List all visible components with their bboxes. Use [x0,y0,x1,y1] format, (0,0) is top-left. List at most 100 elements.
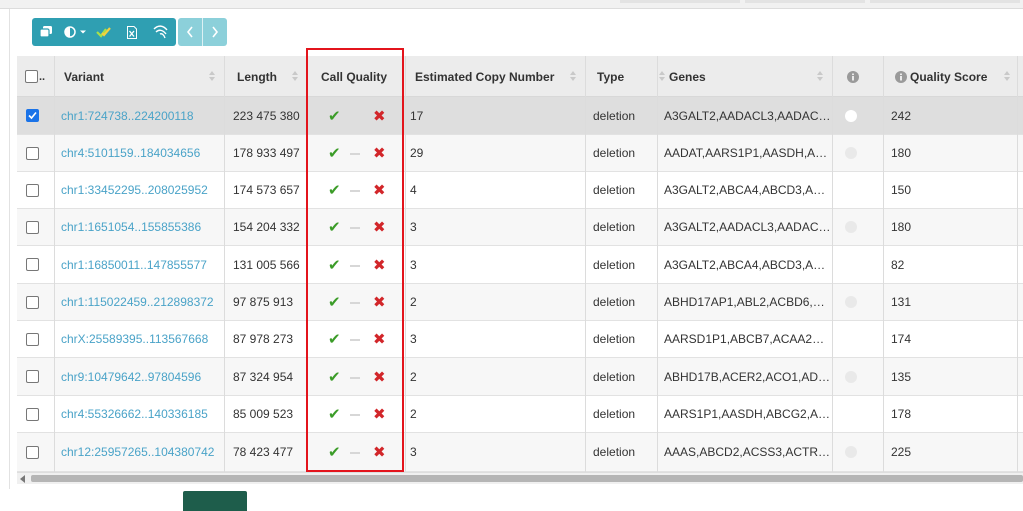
type-value: deletion [593,295,636,309]
row-checkbox[interactable] [26,370,39,383]
variant-link[interactable]: chr1:16850011..147855577 [61,246,221,283]
call-quality-cell: ✔ ✖ [307,209,405,245]
row-checkbox[interactable] [26,295,39,309]
status-dot-icon [845,109,857,122]
column-header-length[interactable]: Length [237,56,307,97]
sort-icon[interactable] [291,69,299,83]
table-row[interactable]: chr4:5101159..184034656 178 933 497 ✔ ✖ 29 de… [17,135,1023,172]
column-header-quality-score[interactable]: Quality Score [895,56,1023,97]
check-icon: ✔ [328,444,341,461]
sort-icon[interactable] [1003,69,1011,83]
table-row[interactable]: chr1:33452295..208025952 174 573 657 ✔ ✖ 4 de… [17,172,1023,209]
row-select-cell[interactable] [26,172,46,208]
export-excel-button[interactable] [118,18,146,46]
table-row[interactable]: chr9:10479642..97804596 87 324 954 ✔ ✖ 2 dele… [17,358,1023,396]
row-select-cell[interactable] [26,396,46,432]
variant-link[interactable]: chr4:5101159..184034656 [61,135,221,171]
row-checkbox[interactable] [26,258,39,271]
row-checkbox[interactable] [26,109,39,122]
column-divider [832,56,833,472]
select-all-header[interactable]: .. [25,56,55,97]
next-page-button[interactable] [203,18,227,46]
row-select-cell[interactable] [26,321,46,357]
previous-page-button[interactable] [178,18,202,46]
chevron-right-icon [212,26,219,38]
table-row[interactable]: chr12:25957265..104380742 78 423 477 ✔ ✖ 3 de… [17,433,1023,472]
genes-value: ABHD17AP1,ABL2,ACBD6,… [664,295,825,309]
table-row[interactable]: chr1:724738..224200118 223 475 380 ✔ ✖ 17 del… [17,97,1023,135]
dna-button[interactable] [146,18,176,46]
row-checkbox[interactable] [26,146,39,160]
variant-link[interactable]: chr1:724738..224200118 [61,97,221,134]
table-row[interactable]: chr1:1651054..155855386 154 204 332 ✔ ✖ 3 del… [17,209,1023,246]
quality-score-value: 225 [891,445,912,459]
column-header-type[interactable]: Type [597,56,665,97]
column-header-call-quality[interactable]: Call Quality [321,56,401,97]
row-select-cell[interactable] [26,246,46,283]
table-row[interactable]: chr1:115022459..212898372 97 875 913 ✔ ✖ 2 de… [17,284,1023,321]
check-marks-button[interactable] [90,18,118,46]
genes-value: AAAS,ABCD2,ACSS3,ACTR… [664,445,830,459]
sort-icon[interactable] [816,69,824,83]
variant-link[interactable]: chr1:1651054..155855386 [61,209,221,245]
status-dot-icon [845,370,857,383]
contrast-dropdown-button[interactable] [60,18,90,46]
call-quality-cell: ✔ ✖ [307,321,405,357]
genes-value: A3GALT2,ABCA4,ABCD3,A… [664,257,826,272]
tab-ghost [870,0,1020,3]
row-select-cell[interactable] [26,97,46,134]
scroll-left-arrow-icon[interactable] [20,475,25,483]
select-all-checkbox[interactable] [25,70,38,83]
quality-score-value: 178 [891,407,912,421]
variant-link[interactable]: chr9:10479642..97804596 [61,358,221,395]
quality-score-value: 180 [891,220,912,234]
variant-link[interactable]: chr12:25957265..104380742 [61,433,221,471]
check-icon: ✔ [328,219,341,236]
row-select-cell[interactable] [26,284,46,320]
column-header-info[interactable] [847,56,867,97]
dash-icon [350,264,360,267]
column-divider [883,56,884,472]
row-checkbox[interactable] [26,407,39,421]
dash-icon [350,227,360,229]
horizontal-scrollbar[interactable] [17,472,1023,484]
table-row[interactable]: chrX:25589395..113567668 87 978 273 ✔ ✖ 3 del… [17,321,1023,358]
row-select-cell[interactable] [26,209,46,245]
table-row[interactable]: chr4:55326662..140336185 85 009 523 ✔ ✖ 2 del… [17,396,1023,433]
genes-value: ABHD17B,ACER2,ACO1,AD… [664,369,830,384]
row-select-cell[interactable] [26,433,46,471]
row-select-cell[interactable] [26,135,46,171]
table-row[interactable]: chr1:16850011..147855577 131 005 566 ✔ ✖ 3 de… [17,246,1023,284]
variant-link[interactable]: chr1:33452295..208025952 [61,172,221,208]
type-value: deletion [593,220,636,234]
row-checkbox[interactable] [26,183,39,197]
column-header-variant[interactable]: Variant [64,56,224,97]
check-icon: ✔ [328,182,341,199]
variant-link[interactable]: chr4:55326662..140336185 [61,396,221,432]
row-checkbox[interactable] [26,445,39,459]
info-icon [895,70,907,83]
call-quality-cell: ✔ ✖ [307,97,405,134]
sort-icon[interactable] [658,69,666,83]
copy-button[interactable] [32,18,60,46]
cross-icon: ✖ [373,107,386,125]
sort-icon[interactable] [569,69,577,83]
sort-icon[interactable] [208,69,216,83]
contrast-icon [63,26,76,38]
quality-score-value: 242 [891,108,912,123]
panel-border [9,9,10,489]
column-header-genes[interactable]: Genes [669,56,832,97]
row-checkbox[interactable] [26,220,39,234]
column-header-copy-number[interactable]: Estimated Copy Number [415,56,585,97]
length-value: 178 933 497 [233,146,300,160]
info-cell [845,246,869,283]
scrollbar-thumb[interactable] [31,475,1023,482]
row-checkbox[interactable] [26,332,39,346]
bottom-action-button[interactable] [183,491,247,511]
dash-icon [350,190,360,192]
variant-link[interactable]: chrX:25589395..113567668 [61,321,221,357]
row-select-cell[interactable] [26,358,46,395]
type-value: deletion [593,146,636,160]
variant-link[interactable]: chr1:115022459..212898372 [61,284,221,320]
check-icon: ✔ [328,368,341,386]
